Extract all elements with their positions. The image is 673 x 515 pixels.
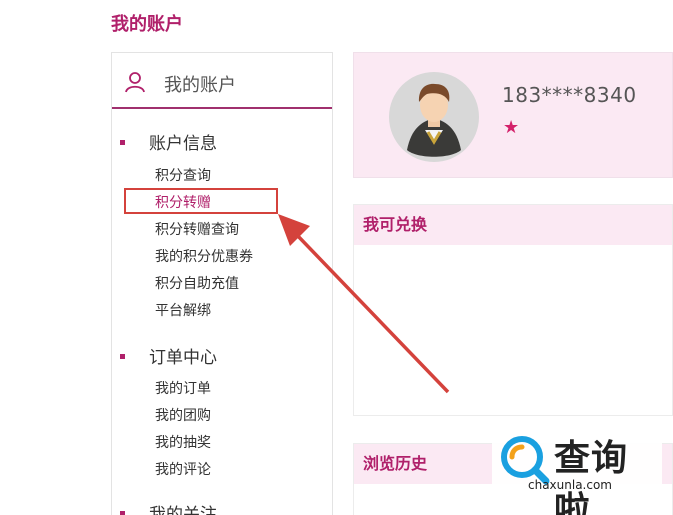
watermark-url: chaxunla.com	[528, 478, 612, 492]
highlight-box	[124, 188, 278, 214]
star-icon: ★	[503, 117, 520, 138]
watermark-title: 查询啦	[554, 438, 629, 515]
avatar-icon	[389, 72, 479, 162]
user-icon	[125, 72, 145, 93]
menu-item-transfer-query[interactable]: 积分转赠查询	[155, 219, 239, 239]
section-title-order-center: 订单中心	[120, 343, 217, 368]
menu-item-group-buy[interactable]: 我的团购	[155, 405, 211, 425]
sidebar: 我的账户 账户信息 积分查询 积分转赠 积分转赠查询 我的积分优惠券 积分自助充…	[111, 52, 333, 515]
redeemable-panel: 我可兑换	[353, 204, 673, 416]
page-title: 我的账户	[111, 14, 183, 35]
menu-item-lottery[interactable]: 我的抽奖	[155, 432, 211, 452]
redeemable-panel-title: 我可兑换	[354, 205, 672, 245]
menu-item-my-orders[interactable]: 我的订单	[155, 378, 211, 398]
menu-item-recharge[interactable]: 积分自助充值	[155, 273, 239, 293]
section-title-account-info: 账户信息	[120, 129, 217, 154]
bullet-icon	[120, 510, 125, 515]
sidebar-header[interactable]: 我的账户	[112, 53, 332, 109]
menu-item-reviews[interactable]: 我的评论	[155, 459, 211, 479]
watermark: 查询啦 chaxunla.com	[492, 427, 662, 515]
sidebar-header-label: 我的账户	[164, 75, 236, 96]
bullet-icon	[120, 139, 125, 145]
menu-item-coupons[interactable]: 我的积分优惠券	[155, 246, 253, 266]
menu-item-points-query[interactable]: 积分查询	[155, 165, 211, 185]
section-title-following: 我的关注	[120, 500, 217, 515]
menu-item-unbind[interactable]: 平台解绑	[155, 300, 211, 320]
phone-number: 183****8340	[502, 83, 637, 107]
bullet-icon	[120, 353, 125, 359]
